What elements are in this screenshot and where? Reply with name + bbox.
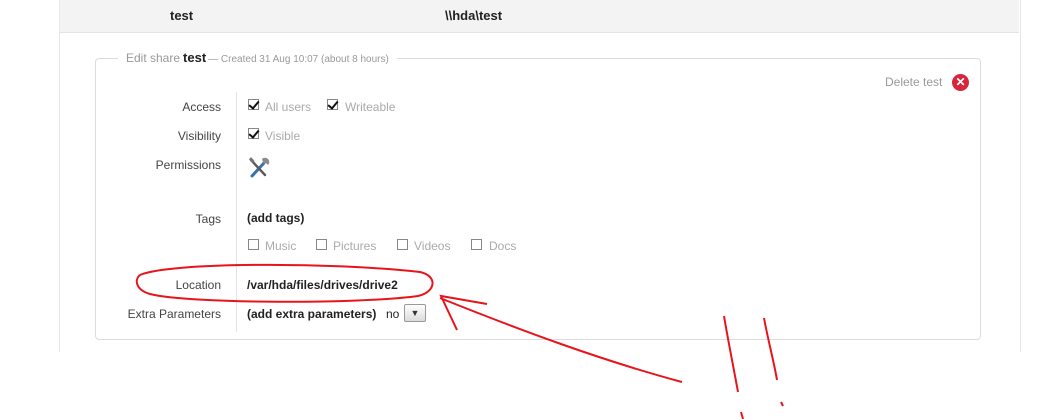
delete-icon[interactable]: ✕ [952,74,969,91]
music-checkbox[interactable] [248,239,259,250]
chevron-down-icon[interactable]: ▼ [404,304,426,322]
edit-share-legend: Edit share test — Created 31 Aug 10:07 (ab… [118,50,397,65]
all-users-label: All users [265,100,312,114]
edit-share-meta: — Created 31 Aug 10:07 (about 8 hours) [208,54,389,65]
share-row[interactable]: test \\hda\test [60,0,1019,33]
extra-parameters-select-value[interactable]: no [386,307,399,321]
location-label: Location [175,278,221,292]
all-users-checkbox[interactable] [248,99,259,110]
docs-checkbox[interactable] [471,239,482,250]
tools-icon[interactable] [247,156,271,180]
add-tags-link[interactable]: (add tags) [247,211,304,225]
extra-parameters-label: Extra Parameters [127,307,221,321]
music-label: Music [265,239,297,253]
writeable-checkbox[interactable] [327,99,338,110]
pictures-checkbox[interactable] [316,239,327,250]
videos-label: Videos [414,239,451,253]
edit-share-name: test [183,50,207,65]
access-label: Access [182,100,221,114]
add-extra-parameters-link[interactable]: (add extra parameters) [247,307,376,321]
annotation-mark-3 [740,411,744,419]
annotation-mark-4 [780,401,784,407]
tags-label: Tags [195,212,221,226]
form-divider [236,92,237,332]
visible-label: Visible [265,129,301,143]
share-path: \\hda\test [445,8,503,23]
visible-checkbox[interactable] [248,128,259,139]
visibility-label: Visibility [177,129,221,143]
edit-share-box [95,58,981,340]
delete-share-link[interactable]: Delete test [885,75,942,89]
videos-checkbox[interactable] [397,239,408,250]
edit-share-title: Edit share [126,51,181,65]
permissions-label: Permissions [155,158,221,172]
location-value[interactable]: /var/hda/files/drives/drive2 [247,278,398,292]
share-name: test [170,8,194,23]
docs-label: Docs [489,239,517,253]
writeable-label: Writeable [345,100,396,114]
pictures-label: Pictures [333,239,377,253]
